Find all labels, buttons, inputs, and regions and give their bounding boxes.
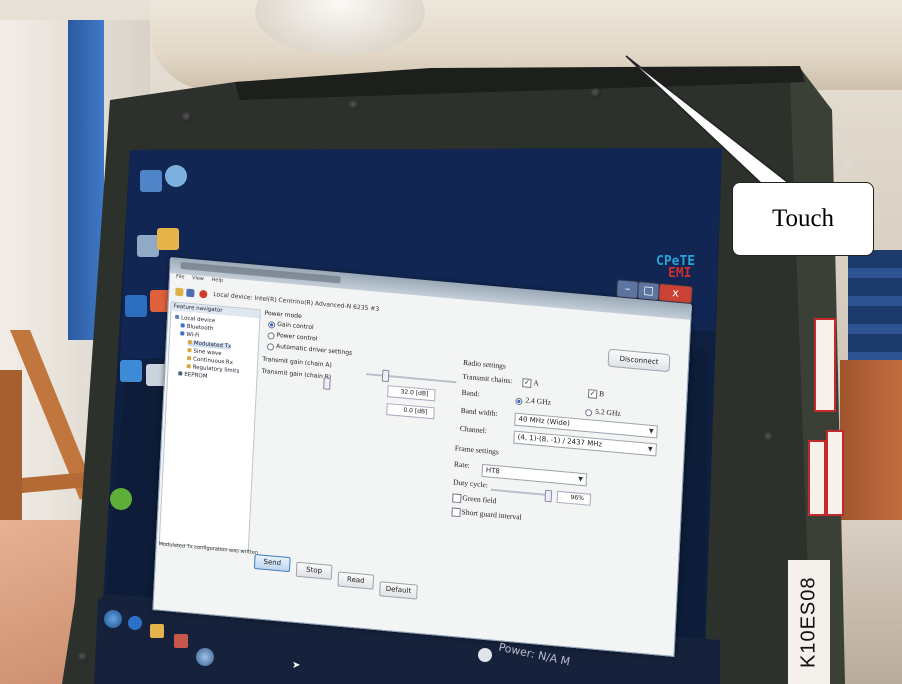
callout-text: Touch [771, 205, 835, 232]
touch-callout: Touch [732, 182, 874, 256]
callout-pointer [625, 55, 793, 185]
